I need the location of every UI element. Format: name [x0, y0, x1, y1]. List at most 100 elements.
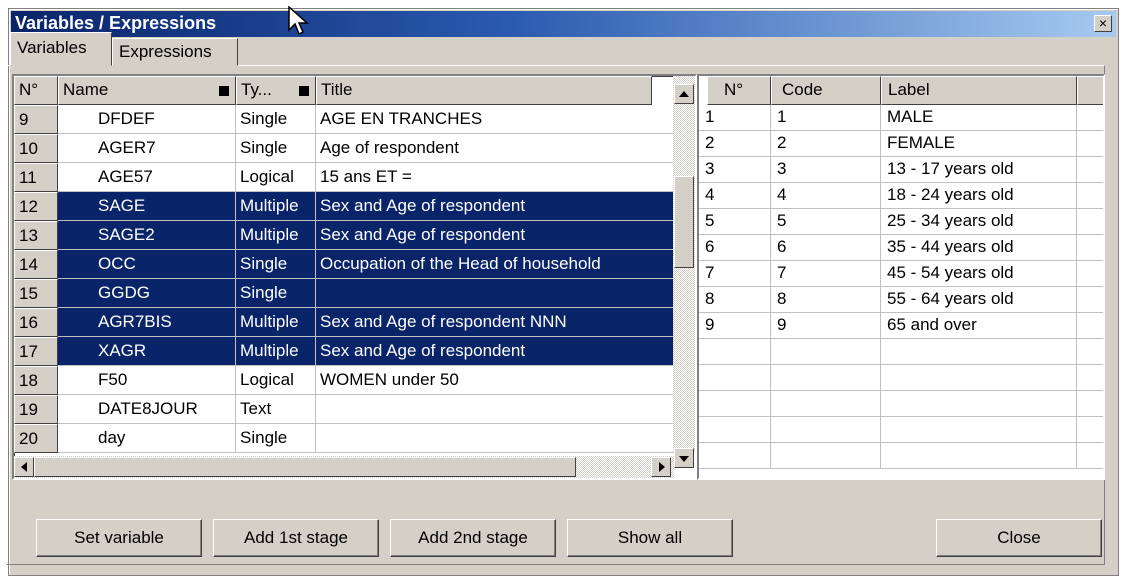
table-row[interactable]: 9 DFDEF Single AGE EN TRANCHES — [14, 105, 674, 134]
cell-name[interactable]: SAGE — [58, 192, 236, 221]
cell-num[interactable]: 15 — [14, 279, 58, 308]
table-row[interactable]: 3 3 13 - 17 years old — [699, 157, 1103, 183]
cell-num[interactable]: 19 — [14, 395, 58, 424]
cell-title[interactable]: 15 ans ET = — [316, 163, 674, 192]
table-row[interactable]: 8 8 55 - 64 years old — [699, 287, 1103, 313]
cell-num[interactable]: 12 — [14, 192, 58, 221]
table-row[interactable]: 4 4 18 - 24 years old — [699, 183, 1103, 209]
cell-num[interactable]: 1 — [699, 105, 771, 131]
tab-variables[interactable]: Variables — [10, 32, 112, 66]
empty-row[interactable] — [699, 443, 1103, 469]
codes-table[interactable]: N° Code Label 1 1 MALE 2 2 FEMALE 3 3 13 - 17 ye… — [697, 74, 1105, 480]
cell-x[interactable] — [1077, 443, 1103, 469]
vertical-scroll-thumb[interactable] — [674, 176, 694, 268]
cell-label[interactable] — [881, 365, 1077, 391]
cell-code[interactable]: 6 — [771, 235, 881, 261]
cell-num[interactable]: 14 — [14, 250, 58, 279]
cell-num[interactable]: 6 — [699, 235, 771, 261]
close-window-button[interactable]: × — [1094, 15, 1112, 32]
cell-type[interactable]: Single — [236, 279, 316, 308]
cell-x[interactable] — [1077, 391, 1103, 417]
cell-num[interactable] — [699, 365, 771, 391]
cell-name[interactable]: AGR7BIS — [58, 308, 236, 337]
table-row[interactable]: 16 AGR7BIS Multiple Sex and Age of responde… — [14, 308, 674, 337]
cell-num[interactable]: 10 — [14, 134, 58, 163]
cell-x[interactable] — [1077, 287, 1103, 313]
cell-label[interactable]: 25 - 34 years old — [881, 209, 1077, 235]
table-row[interactable]: 15 GGDG Single — [14, 279, 674, 308]
cell-name[interactable]: F50 — [58, 366, 236, 395]
cell-code[interactable]: 3 — [771, 157, 881, 183]
cell-name[interactable]: XAGR — [58, 337, 236, 366]
cell-num[interactable]: 20 — [14, 424, 58, 453]
empty-row[interactable] — [699, 365, 1103, 391]
cell-type[interactable]: Single — [236, 134, 316, 163]
cell-type[interactable]: Multiple — [236, 337, 316, 366]
cell-num[interactable]: 8 — [699, 287, 771, 313]
table-row[interactable]: 2 2 FEMALE — [699, 131, 1103, 157]
cell-title[interactable]: WOMEN under 50 — [316, 366, 674, 395]
cell-num[interactable]: 9 — [699, 313, 771, 339]
cell-num[interactable]: 5 — [699, 209, 771, 235]
table-row[interactable]: 19 DATE8JOUR Text — [14, 395, 674, 424]
cell-code[interactable] — [771, 365, 881, 391]
cell-title[interactable]: Sex and Age of respondent — [316, 192, 674, 221]
cell-num[interactable] — [699, 391, 771, 417]
column-header-title[interactable]: Title — [316, 76, 652, 105]
cell-code[interactable]: 1 — [771, 105, 881, 131]
table-row[interactable]: 5 5 25 - 34 years old — [699, 209, 1103, 235]
cell-num[interactable]: 7 — [699, 261, 771, 287]
cell-type[interactable]: Logical — [236, 366, 316, 395]
cell-x[interactable] — [1077, 261, 1103, 287]
horizontal-scroll-thumb[interactable] — [34, 457, 576, 477]
cell-x[interactable] — [1077, 209, 1103, 235]
cell-label[interactable]: FEMALE — [881, 131, 1077, 157]
table-row[interactable]: 6 6 35 - 44 years old — [699, 235, 1103, 261]
cell-type[interactable]: Multiple — [236, 308, 316, 337]
cell-num[interactable]: 4 — [699, 183, 771, 209]
cell-name[interactable]: SAGE2 — [58, 221, 236, 250]
column-header-code-num[interactable]: N° — [707, 76, 771, 105]
cell-name[interactable]: DFDEF — [58, 105, 236, 134]
table-row[interactable]: 9 9 65 and over — [699, 313, 1103, 339]
cell-title[interactable] — [316, 395, 674, 424]
cell-x[interactable] — [1077, 313, 1103, 339]
table-row[interactable]: 13 SAGE2 Multiple Sex and Age of respondent — [14, 221, 674, 250]
add-1st-stage-button[interactable]: Add 1st stage — [213, 519, 379, 557]
cell-num[interactable] — [699, 443, 771, 469]
cell-label[interactable]: 13 - 17 years old — [881, 157, 1077, 183]
cell-type[interactable]: Text — [236, 395, 316, 424]
cell-x[interactable] — [1077, 235, 1103, 261]
cell-x[interactable] — [1077, 365, 1103, 391]
cell-title[interactable]: Sex and Age of respondent — [316, 221, 674, 250]
table-row[interactable]: 12 SAGE Multiple Sex and Age of respondent — [14, 192, 674, 221]
cell-x[interactable] — [1077, 339, 1103, 365]
empty-row[interactable] — [699, 417, 1103, 443]
cell-code[interactable] — [771, 443, 881, 469]
cell-x[interactable] — [1077, 131, 1103, 157]
cell-type[interactable]: Single — [236, 250, 316, 279]
column-header-label[interactable]: Label — [881, 76, 1077, 105]
cell-num[interactable]: 3 — [699, 157, 771, 183]
cell-title[interactable] — [316, 424, 674, 453]
cell-title[interactable]: Age of respondent — [316, 134, 674, 163]
cell-label[interactable]: 35 - 44 years old — [881, 235, 1077, 261]
cell-label[interactable] — [881, 417, 1077, 443]
cell-num[interactable] — [699, 417, 771, 443]
column-header-code[interactable]: Code — [771, 76, 881, 105]
cell-label[interactable]: 65 and over — [881, 313, 1077, 339]
cell-title[interactable]: Occupation of the Head of household — [316, 250, 674, 279]
cell-x[interactable] — [1077, 105, 1103, 131]
empty-row[interactable] — [699, 339, 1103, 365]
table-row[interactable]: 11 AGE57 Logical 15 ans ET = — [14, 163, 674, 192]
scroll-down-button[interactable] — [674, 448, 694, 468]
cell-name[interactable]: AGE57 — [58, 163, 236, 192]
cell-name[interactable]: AGER7 — [58, 134, 236, 163]
cell-num[interactable]: 11 — [14, 163, 58, 192]
title-bar[interactable]: Variables / Expressions × — [11, 11, 1116, 37]
cell-code[interactable] — [771, 417, 881, 443]
scroll-right-button[interactable] — [651, 457, 671, 477]
column-menu-icon[interactable] — [299, 86, 309, 96]
cell-title[interactable]: Sex and Age of respondent NNN — [316, 308, 674, 337]
cell-code[interactable]: 4 — [771, 183, 881, 209]
